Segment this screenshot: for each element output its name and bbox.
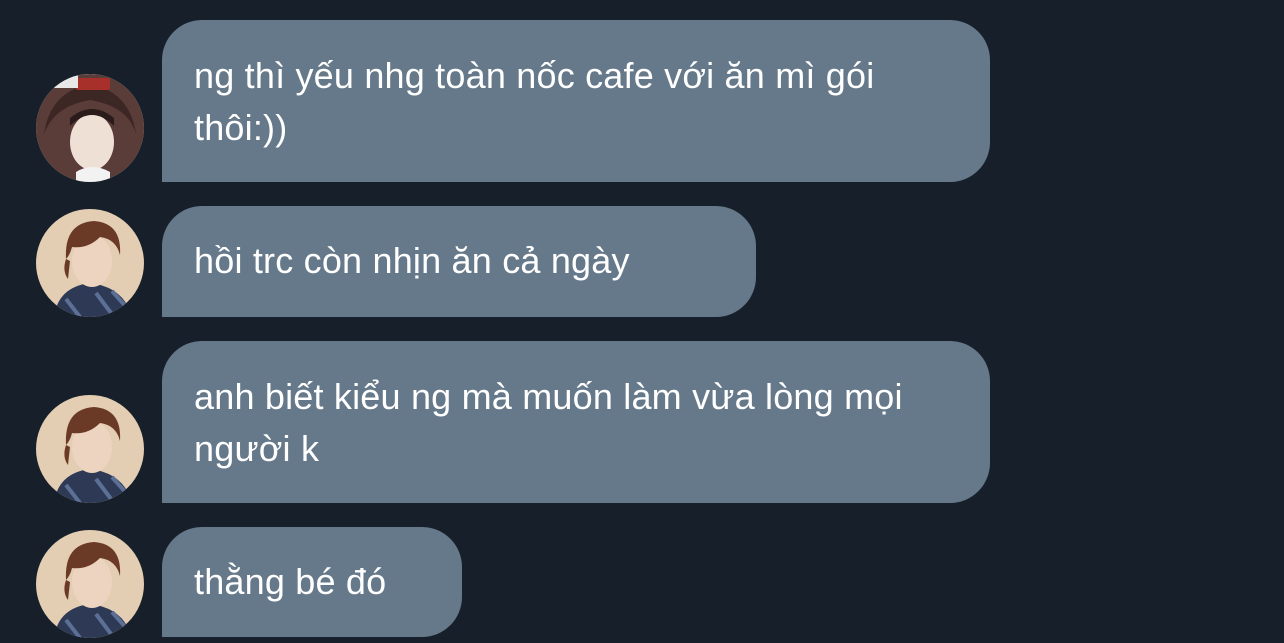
- message-bubble[interactable]: thằng bé đó: [162, 527, 462, 637]
- user-avatar[interactable]: [36, 74, 144, 182]
- message-text: ng thì yếu nhg toàn nốc cafe với ăn mì g…: [194, 55, 875, 148]
- user-avatar[interactable]: [36, 395, 144, 503]
- message-text: thằng bé đó: [194, 561, 387, 602]
- message-text: hồi trc còn nhịn ăn cả ngày: [194, 240, 630, 281]
- message-bubble[interactable]: anh biết kiểu ng mà muốn làm vừa lòng mọ…: [162, 341, 990, 503]
- avatar-hooded-image: [36, 74, 144, 182]
- user-avatar[interactable]: [36, 530, 144, 638]
- avatar-brown-hair-image: [36, 395, 144, 503]
- message-bubble[interactable]: hồi trc còn nhịn ăn cả ngày: [162, 206, 756, 317]
- message-text: anh biết kiểu ng mà muốn làm vừa lòng mọ…: [194, 376, 903, 469]
- avatar-brown-hair-image: [36, 209, 144, 317]
- avatar-brown-hair-image: [36, 530, 144, 638]
- message-bubble[interactable]: ng thì yếu nhg toàn nốc cafe với ăn mì g…: [162, 20, 990, 182]
- user-avatar[interactable]: [36, 209, 144, 317]
